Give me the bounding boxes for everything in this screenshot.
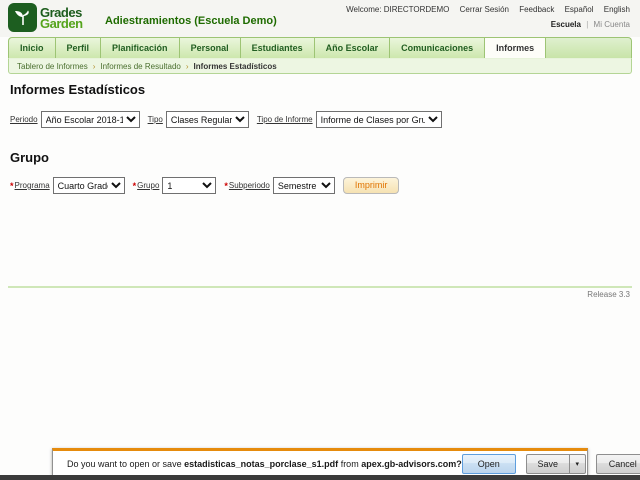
periodo-label[interactable]: Periodo [10, 115, 38, 124]
group-heading: Grupo [10, 150, 632, 165]
feedback-link[interactable]: Feedback [519, 5, 554, 14]
tab-estudiantes[interactable]: Estudiantes [241, 38, 315, 58]
programa-label[interactable]: Programa [15, 181, 50, 190]
my-account-link[interactable]: Mi Cuenta [594, 20, 630, 29]
download-message-middle: from [341, 459, 359, 469]
tab-planificacion[interactable]: Planificación [101, 38, 180, 58]
download-filename: estadisticas_notas_porclase_s1.pdf [184, 459, 338, 469]
tab-personal[interactable]: Personal [180, 38, 241, 58]
download-message: Do you want to open or save estadisticas… [67, 459, 462, 469]
logo-word-garden: Garden [40, 18, 83, 29]
save-button[interactable]: Save [526, 454, 570, 474]
tipo-informe-label[interactable]: Tipo de Informe [257, 115, 313, 124]
imprimir-button[interactable]: Imprimir [343, 177, 400, 194]
section-heading: Informes Estadísticos [10, 82, 632, 97]
cancel-button[interactable]: Cancel [596, 454, 640, 474]
logo-text: Grades Garden [40, 7, 83, 29]
page-title: Adiestramientos (Escuela Demo) [105, 15, 277, 27]
required-marker: * [133, 181, 137, 191]
breadcrumb-separator-icon: › [186, 62, 189, 71]
save-dropdown-arrow[interactable]: ▾ [570, 454, 586, 474]
logo-plant-icon [8, 3, 37, 32]
grupo-select[interactable]: 1 [162, 177, 216, 194]
school-link[interactable]: Escuela [551, 20, 581, 29]
required-marker: * [224, 181, 228, 191]
tab-comunicaciones[interactable]: Comunicaciones [390, 38, 485, 58]
logout-link[interactable]: Cerrar Sesión [460, 5, 509, 14]
breadcrumb-item-resultado[interactable]: Informes de Resultado [100, 62, 181, 71]
group-filter-row: * Programa Cuarto Grado * Grupo 1 * Subp… [10, 177, 632, 194]
open-button[interactable]: Open [462, 454, 516, 474]
account-line: Escuela | Mi Cuenta [551, 20, 630, 29]
footer-divider [8, 286, 632, 288]
breadcrumb-item-tablero[interactable]: Tablero de Informes [17, 62, 88, 71]
nav-tabs: Inicio Perfil Planificación Personal Est… [8, 37, 632, 58]
download-notification-bar: Do you want to open or save estadisticas… [52, 448, 588, 477]
required-marker: * [10, 181, 14, 191]
report-filter-row: Periodo Año Escolar 2018-19 Tipo Clases … [10, 111, 632, 128]
header: Grades Garden Adiestramientos (Escuela D… [0, 0, 640, 37]
tabstrip-filler [546, 38, 631, 58]
release-version: Release 3.3 [587, 290, 630, 299]
tipo-informe-select[interactable]: Informe de Clases por Grupo [316, 111, 442, 128]
download-domain: apex.gb-advisors.com? [361, 459, 462, 469]
tab-ano-escolar[interactable]: Año Escolar [315, 38, 391, 58]
breadcrumb-item-estadisticos: Informes Estadísticos [194, 62, 277, 71]
subperiodo-select[interactable]: Semestre 1 [273, 177, 335, 194]
logo: Grades Garden [8, 3, 83, 32]
tab-inicio[interactable]: Inicio [9, 38, 56, 58]
programa-select[interactable]: Cuarto Grado [53, 177, 125, 194]
main-content: Informes Estadísticos Periodo Año Escola… [8, 76, 632, 194]
tipo-select[interactable]: Clases Regulares [166, 111, 249, 128]
welcome-line: Welcome: DIRECTORDEMO Cerrar Sesión Feed… [346, 5, 630, 14]
breadcrumb: Tablero de Informes › Informes de Result… [8, 58, 632, 74]
page: Grades Garden Adiestramientos (Escuela D… [0, 0, 640, 480]
tab-informes[interactable]: Informes [485, 38, 546, 58]
periodo-select[interactable]: Año Escolar 2018-19 [41, 111, 140, 128]
english-link[interactable]: English [604, 5, 630, 14]
account-separator: | [586, 20, 588, 29]
bottom-edge-strip [0, 475, 640, 480]
tab-perfil[interactable]: Perfil [56, 38, 102, 58]
download-buttons: Open Save ▾ Cancel × [462, 453, 640, 475]
download-message-prefix: Do you want to open or save [67, 459, 182, 469]
subperiodo-label[interactable]: Subperiodo [229, 181, 270, 190]
spanish-link[interactable]: Español [565, 5, 594, 14]
grupo-label[interactable]: Grupo [137, 181, 159, 190]
welcome-text: Welcome: DIRECTORDEMO [346, 5, 449, 14]
breadcrumb-separator-icon: › [93, 62, 96, 71]
tipo-label[interactable]: Tipo [148, 115, 163, 124]
